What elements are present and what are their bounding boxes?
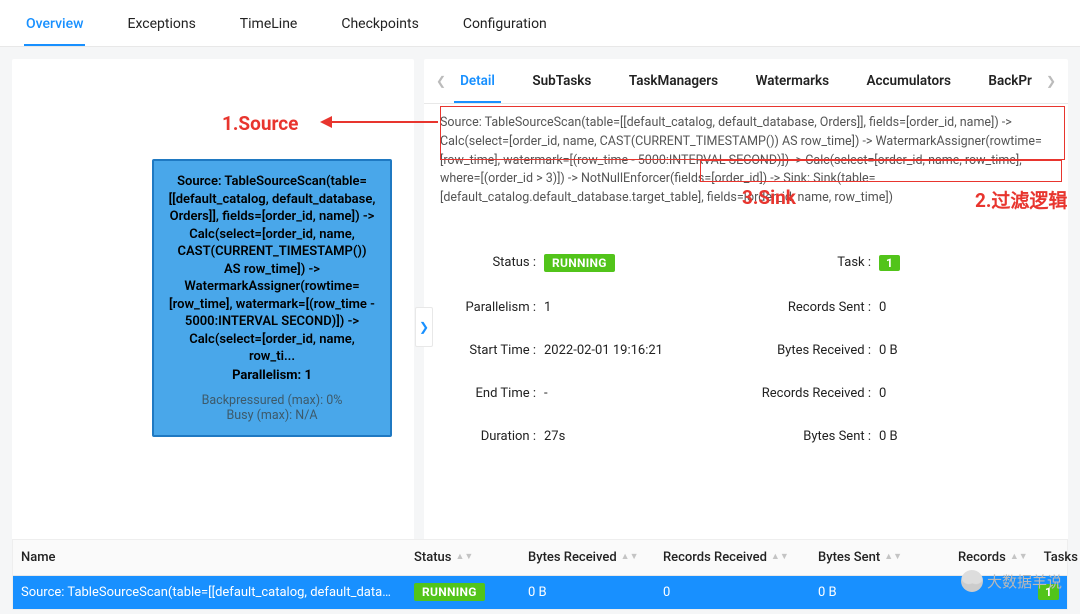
value-status: RUNNING <box>544 254 615 272</box>
table-header-row: Name Status▲▼ Bytes Received▲▼ Records R… <box>13 540 1067 576</box>
col-records-sent[interactable]: Records▲▼ <box>950 540 1036 575</box>
col-records-received[interactable]: Records Received▲▼ <box>655 540 810 575</box>
label-task: Task : <box>746 255 871 270</box>
value-bytes-sent: 0 B <box>879 429 898 444</box>
sort-icon: ▲▼ <box>884 554 902 560</box>
value-task: 1 <box>879 255 900 271</box>
table-row[interactable]: Source: TableSourceScan(table=[[default_… <box>13 576 1067 609</box>
value-end-time: - <box>544 386 548 401</box>
value-bytes-received: 0 B <box>879 343 898 358</box>
subtab-backpressure[interactable]: BackPr <box>982 59 1038 103</box>
cell-bytes-sent: 0 B <box>810 576 950 609</box>
label-start-time: Start Time : <box>444 343 536 358</box>
job-graph-panel: Source: TableSourceScan(table=[[default_… <box>12 59 414 549</box>
col-bytes-sent[interactable]: Bytes Sent▲▼ <box>810 540 950 575</box>
operator-backpressure: Backpressured (max): 0% <box>168 393 376 408</box>
collapse-toggle[interactable]: ❯ <box>415 307 433 347</box>
label-records-received: Records Received : <box>746 386 871 401</box>
tab-exceptions[interactable]: Exceptions <box>125 12 197 46</box>
sort-icon: ▲▼ <box>1010 554 1028 560</box>
label-bytes-received: Bytes Received : <box>746 343 871 358</box>
value-records-sent: 0 <box>879 300 886 315</box>
scroll-left-icon[interactable]: ❮ <box>430 74 452 88</box>
col-status[interactable]: Status▲▼ <box>406 540 520 575</box>
value-parallelism: 1 <box>544 300 551 315</box>
tab-overview[interactable]: Overview <box>24 12 85 46</box>
sort-icon: ▲▼ <box>771 554 789 560</box>
value-duration: 27s <box>544 429 565 444</box>
col-name[interactable]: Name <box>13 540 406 575</box>
detail-stats: Status : RUNNING Task : 1 Parallelism : … <box>424 216 1068 492</box>
vertices-table: Name Status▲▼ Bytes Received▲▼ Records R… <box>12 539 1068 610</box>
sort-icon: ▲▼ <box>455 554 473 560</box>
cell-name: Source: TableSourceScan(table=[[default_… <box>13 576 406 609</box>
tab-checkpoints[interactable]: Checkpoints <box>339 12 420 46</box>
operator-full-text: Source: TableSourceScan(table=[[default_… <box>424 104 1068 216</box>
subtab-watermarks[interactable]: Watermarks <box>750 59 835 103</box>
cell-records-sent <box>950 584 1030 602</box>
operator-busy: Busy (max): N/A <box>168 408 376 423</box>
operator-parallelism: Parallelism: 1 <box>168 368 376 383</box>
cell-bytes-received: 0 B <box>520 576 655 609</box>
label-parallelism: Parallelism : <box>444 300 536 315</box>
col-tasks[interactable]: Tasks <box>1036 540 1080 575</box>
cell-records-received: 0 <box>655 576 810 609</box>
col-bytes-received[interactable]: Bytes Received▲▼ <box>520 540 655 575</box>
value-records-received: 0 <box>879 386 886 401</box>
label-records-sent: Records Sent : <box>746 300 871 315</box>
tab-configuration[interactable]: Configuration <box>461 12 549 46</box>
scroll-right-icon[interactable]: ❯ <box>1040 74 1062 88</box>
label-bytes-sent: Bytes Sent : <box>746 429 871 444</box>
operator-node[interactable]: Source: TableSourceScan(table=[[default_… <box>152 159 392 437</box>
sort-icon: ▲▼ <box>621 554 639 560</box>
value-start-time: 2022-02-01 19:16:21 <box>544 343 663 358</box>
subtab-subtasks[interactable]: SubTasks <box>526 59 597 103</box>
cell-tasks: 1 <box>1038 584 1059 600</box>
operator-node-text: Source: TableSourceScan(table=[[default_… <box>168 173 376 366</box>
detail-panel: ❯ ❮ Detail SubTasks TaskManagers Waterma… <box>424 59 1068 549</box>
label-status: Status : <box>444 255 536 270</box>
tab-timeline[interactable]: TimeLine <box>238 12 300 46</box>
subtab-taskmanagers[interactable]: TaskManagers <box>623 59 724 103</box>
main-tabs: Overview Exceptions TimeLine Checkpoints… <box>0 0 1080 47</box>
subtab-detail[interactable]: Detail <box>454 59 501 103</box>
label-end-time: End Time : <box>444 386 536 401</box>
detail-sub-tabs: ❮ Detail SubTasks TaskManagers Watermark… <box>424 59 1068 104</box>
cell-status: RUNNING <box>414 583 485 601</box>
subtab-accumulators[interactable]: Accumulators <box>860 59 956 103</box>
label-duration: Duration : <box>444 429 536 444</box>
chevron-right-icon: ❯ <box>419 320 429 334</box>
